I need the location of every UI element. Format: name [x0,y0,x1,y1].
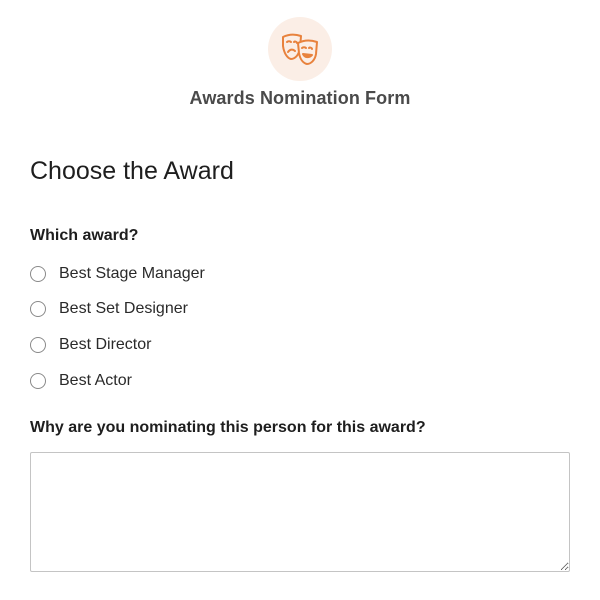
form-logo [268,17,332,81]
award-option-label[interactable]: Best Stage Manager [59,265,205,283]
award-question-label: Which award? [30,227,139,244]
form-title: Awards Nomination Form [189,88,411,108]
section-title: Choose the Award [30,157,234,185]
radio-button[interactable] [30,336,46,353]
award-option-best-actor[interactable]: Best Actor [30,363,205,399]
radio-button[interactable] [30,301,46,318]
radio-button[interactable] [30,265,46,282]
radio-button[interactable] [30,372,46,389]
award-option-best-set-designer[interactable]: Best Set Designer [30,292,205,328]
nomination-reason-textarea[interactable] [30,452,570,572]
award-option-best-director[interactable]: Best Director [30,327,205,363]
award-option-label[interactable]: Best Director [59,336,151,354]
award-option-best-stage-manager[interactable]: Best Stage Manager [30,256,205,292]
award-options: Best Stage Manager Best Set Designer Bes… [30,256,205,398]
award-option-label[interactable]: Best Actor [59,372,132,390]
award-option-label[interactable]: Best Set Designer [59,300,188,318]
theater-masks-icon [282,33,318,65]
reason-question-label: Why are you nominating this person for t… [30,419,426,436]
